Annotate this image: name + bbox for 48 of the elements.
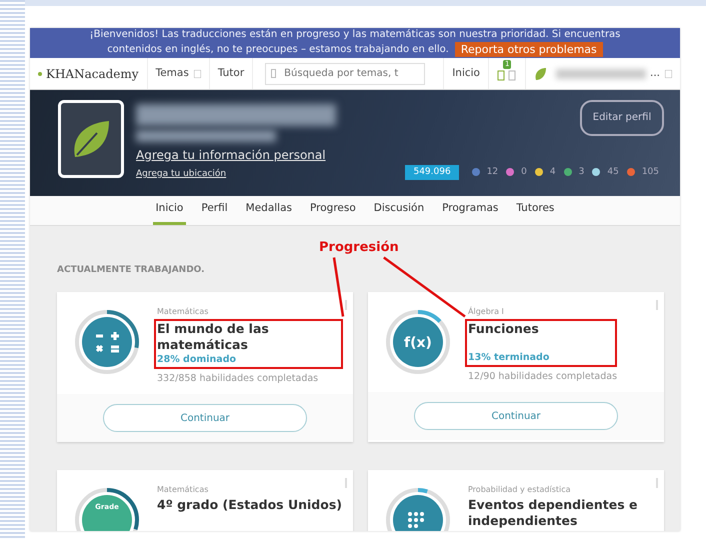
report-button[interactable]: Reporta otros problemas: [454, 42, 603, 57]
tab[interactable]: Discusión: [370, 196, 428, 225]
badge-count: 45: [607, 166, 619, 178]
nav-link[interactable]: Temas: [156, 66, 189, 82]
tab[interactable]: Perfil: [198, 196, 231, 225]
badge-count: 3: [578, 166, 584, 178]
skills-text: 12/90 habilidades completadas: [468, 370, 618, 384]
annotation-label: Progresión: [319, 239, 399, 257]
badge-count: 12: [486, 166, 498, 178]
continue-button[interactable]: Continuar: [103, 404, 307, 432]
course-subject: Álgebra I: [468, 306, 505, 316]
tab[interactable]: Medallas: [242, 196, 295, 225]
icon-text: f(x): [403, 334, 433, 352]
course-title: El mundo de las matemáticas: [157, 320, 270, 352]
course-title: 4º grado (Estados Unidos): [157, 497, 342, 513]
ellipsis-text: ...: [650, 66, 660, 81]
tab[interactable]: Programas: [439, 196, 502, 225]
nav-link[interactable]: Inicio: [452, 66, 480, 82]
course-subject: Matemáticas: [157, 306, 210, 316]
course-title: Eventos dependientes e independientes: [468, 497, 639, 529]
tab[interactable]: Tutores: [513, 196, 558, 225]
add-location-link[interactable]: Agrega tu ubicación: [136, 168, 336, 182]
add-info-link[interactable]: Agrega tu información personal: [136, 146, 336, 164]
badge-count: 105: [642, 166, 659, 178]
skills-text: 332/858 habilidades completadas: [157, 372, 320, 386]
grid-icon: [665, 70, 672, 78]
leaf-icon: [534, 66, 546, 80]
blurred-user-name[interactable]: [556, 68, 646, 78]
badge-count: 0: [521, 166, 527, 178]
course-subject: Matemáticas: [157, 484, 210, 495]
progress-text: 13% terminado: [468, 350, 550, 364]
banner-text: contenidos en inglés, no te preocupes – estamos trabajando en ello.: [107, 43, 449, 57]
progress-text: 28% dominado: [157, 352, 238, 366]
badge-count: 4: [550, 166, 556, 178]
dot-icon: [38, 72, 42, 76]
continue-button[interactable]: Continuar: [414, 402, 618, 430]
tab[interactable]: Progreso: [307, 196, 359, 225]
banner-text: ¡Bienvenidos! Las traducciones están en progreso y las matemáticas son nuestra prioridad. Si encuentras: [90, 28, 620, 42]
logo-text: KHANacademy: [46, 66, 139, 82]
course-title: Funciones: [468, 320, 540, 336]
course-subject: Probabilidad y estadística: [468, 484, 572, 495]
points-badge: 549.096: [405, 164, 459, 180]
nav-link[interactable]: Tutor: [218, 66, 244, 82]
edit-profile-button[interactable]: Editar perfil: [580, 100, 664, 136]
search-icon: [271, 69, 276, 78]
search-field[interactable]: Búsqueda por temas, t: [265, 62, 426, 84]
section-title: ACTUALMENTE TRABAJANDO.: [57, 264, 206, 277]
leader-line: [332, 257, 344, 317]
